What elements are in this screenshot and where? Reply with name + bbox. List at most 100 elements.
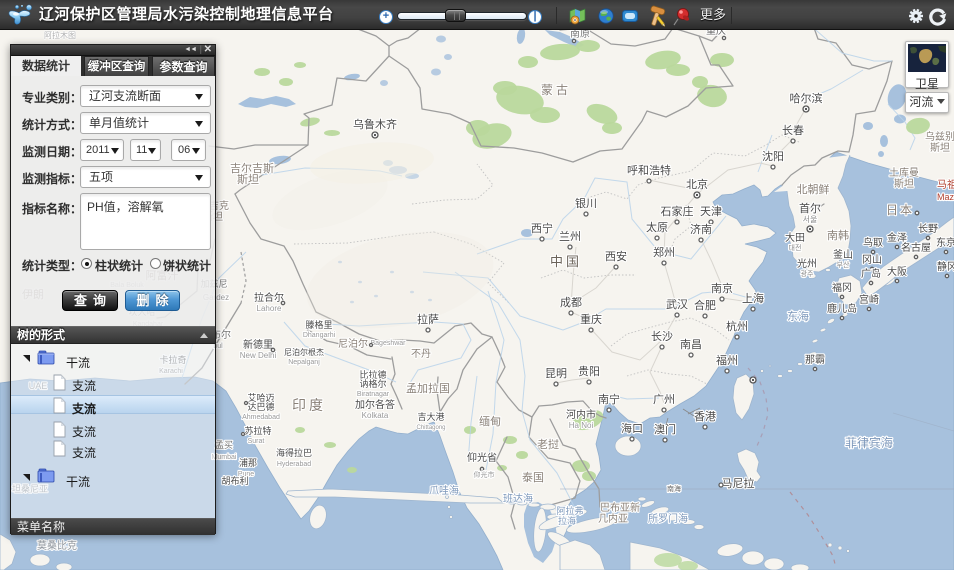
svg-text:Ahmedabad: Ahmedabad (242, 414, 280, 421)
svg-text:福冈: 福冈 (832, 281, 852, 294)
svg-text:巴布亚新: 巴布亚新 (600, 501, 640, 514)
svg-text:杭州: 杭州 (726, 319, 748, 333)
svg-text:河内市: 河内市 (566, 408, 596, 421)
svg-text:香港: 香港 (694, 410, 716, 423)
svg-text:哈尔滨: 哈尔滨 (790, 91, 823, 105)
svg-text:서울: 서울 (803, 215, 818, 224)
svg-text:孟加拉国: 孟加拉国 (406, 381, 450, 395)
svg-text:海得拉巴: 海得拉巴 (276, 447, 312, 458)
svg-text:광주: 광주 (801, 270, 814, 278)
svg-text:天津: 天津 (700, 205, 722, 218)
svg-text:Biratnagar: Biratnagar (357, 391, 390, 398)
svg-text:拉海: 拉海 (558, 515, 576, 526)
svg-text:胡布利: 胡布利 (221, 475, 248, 486)
svg-text:Nepalganj: Nepalganj (288, 359, 320, 366)
svg-text:所罗门海: 所罗门海 (648, 512, 688, 525)
svg-text:上海: 上海 (742, 291, 764, 305)
svg-text:大阪: 大阪 (887, 265, 907, 278)
svg-text:达巴德: 达巴德 (247, 401, 274, 412)
svg-text:广州: 广州 (653, 393, 675, 406)
svg-text:成都: 成都 (560, 296, 582, 309)
svg-text:静冈: 静冈 (937, 260, 954, 273)
svg-text:斯坦: 斯坦 (894, 177, 914, 190)
svg-text:广岛: 广岛 (861, 267, 881, 280)
svg-text:太原: 太原 (646, 221, 668, 234)
svg-text:郑州: 郑州 (653, 245, 675, 259)
svg-text:银川: 银川 (575, 196, 597, 210)
svg-text:Surat: Surat (248, 438, 265, 445)
svg-text:马尼拉: 马尼拉 (722, 476, 755, 490)
svg-text:首尔: 首尔 (799, 201, 821, 215)
svg-text:孟买: 孟买 (215, 440, 233, 450)
svg-text:西安: 西安 (605, 249, 627, 263)
svg-text:Lahore: Lahore (257, 304, 282, 313)
svg-text:苏拉特: 苏拉特 (244, 425, 271, 436)
svg-text:老挝: 老挝 (537, 437, 559, 451)
svg-text:长野: 长野 (918, 223, 938, 235)
svg-text:新德里: 新德里 (243, 338, 273, 351)
svg-text:土库曼: 土库曼 (889, 166, 919, 179)
svg-text:重庆: 重庆 (580, 312, 602, 326)
svg-text:日本: 日本 (886, 203, 914, 217)
svg-text:东海: 东海 (787, 309, 809, 323)
svg-text:不丹: 不丹 (411, 348, 431, 360)
svg-text:几内亚: 几内亚 (598, 512, 628, 525)
svg-text:Maza: Maza (937, 192, 954, 202)
svg-text:浦那: 浦那 (239, 457, 257, 468)
svg-text:石家庄: 石家庄 (661, 204, 694, 218)
svg-text:南京: 南京 (711, 281, 733, 295)
svg-text:宫崎: 宫崎 (859, 293, 879, 306)
svg-text:Ha Noi: Ha Noi (569, 421, 594, 430)
svg-text:Bageshwar: Bageshwar (370, 340, 406, 347)
svg-text:缅甸: 缅甸 (479, 414, 501, 428)
svg-text:鹿儿岛: 鹿儿岛 (827, 302, 857, 315)
svg-text:班达海: 班达海 (503, 492, 533, 505)
svg-text:南宁: 南宁 (598, 392, 620, 406)
svg-text:爪哇海: 爪哇海 (429, 484, 459, 497)
svg-text:西宁: 西宁 (531, 221, 553, 235)
svg-text:莫桑比克: 莫桑比克 (37, 540, 77, 552)
svg-text:菲律宾海: 菲律宾海 (845, 435, 893, 450)
svg-text:长春: 长春 (782, 124, 804, 137)
svg-text:釜山: 釜山 (833, 248, 853, 261)
svg-text:名古屋: 名古屋 (901, 241, 931, 254)
svg-text:兰州: 兰州 (559, 230, 581, 243)
svg-text:蒙古: 蒙古 (541, 82, 571, 97)
svg-text:昆明: 昆明 (545, 367, 567, 380)
svg-text:马祖: 马祖 (937, 178, 954, 191)
svg-text:东京: 东京 (936, 236, 954, 249)
svg-text:阿拉弗: 阿拉弗 (556, 505, 583, 516)
svg-text:尼泊尔根杰: 尼泊尔根杰 (284, 347, 324, 357)
svg-text:长沙: 长沙 (651, 330, 673, 343)
svg-text:대전: 대전 (789, 243, 802, 252)
svg-text:冈山: 冈山 (862, 254, 882, 266)
svg-text:Chittagong: Chittagong (416, 425, 445, 431)
svg-text:济南: 济南 (690, 222, 712, 236)
svg-text:New Delhi: New Delhi (240, 351, 277, 360)
svg-text:鸟取: 鸟取 (863, 236, 883, 249)
svg-text:Dhangarhi: Dhangarhi (303, 332, 336, 339)
svg-text:滕格里: 滕格里 (305, 319, 332, 330)
svg-text:乌鲁木齐: 乌鲁木齐 (353, 117, 397, 131)
svg-text:北京: 北京 (686, 177, 708, 191)
svg-text:南韩: 南韩 (827, 228, 849, 242)
svg-text:仰光市: 仰光市 (474, 470, 495, 479)
svg-text:泰国: 泰国 (522, 470, 544, 484)
svg-text:中国: 中国 (550, 254, 582, 269)
svg-text:부산: 부산 (837, 260, 850, 269)
svg-text:Kolkata: Kolkata (362, 411, 389, 420)
svg-text:斯坦: 斯坦 (930, 141, 950, 154)
svg-text:武汉: 武汉 (666, 298, 688, 311)
svg-text:大田: 大田 (785, 231, 805, 244)
svg-text:合肥: 合肥 (694, 298, 716, 312)
svg-text:呼和浩特: 呼和浩特 (627, 163, 671, 177)
svg-text:Hyderabad: Hyderabad (277, 461, 311, 468)
svg-text:斯坦: 斯坦 (237, 172, 259, 186)
svg-text:仰光省: 仰光省 (467, 451, 497, 464)
svg-text:那霸: 那霸 (805, 354, 825, 366)
svg-text:光州: 光州 (797, 257, 817, 270)
svg-text:拉合尔: 拉合尔 (254, 291, 284, 304)
svg-text:沈阳: 沈阳 (762, 149, 784, 163)
svg-text:讷格尔: 讷格尔 (359, 378, 386, 389)
svg-text:福州: 福州 (716, 353, 738, 367)
